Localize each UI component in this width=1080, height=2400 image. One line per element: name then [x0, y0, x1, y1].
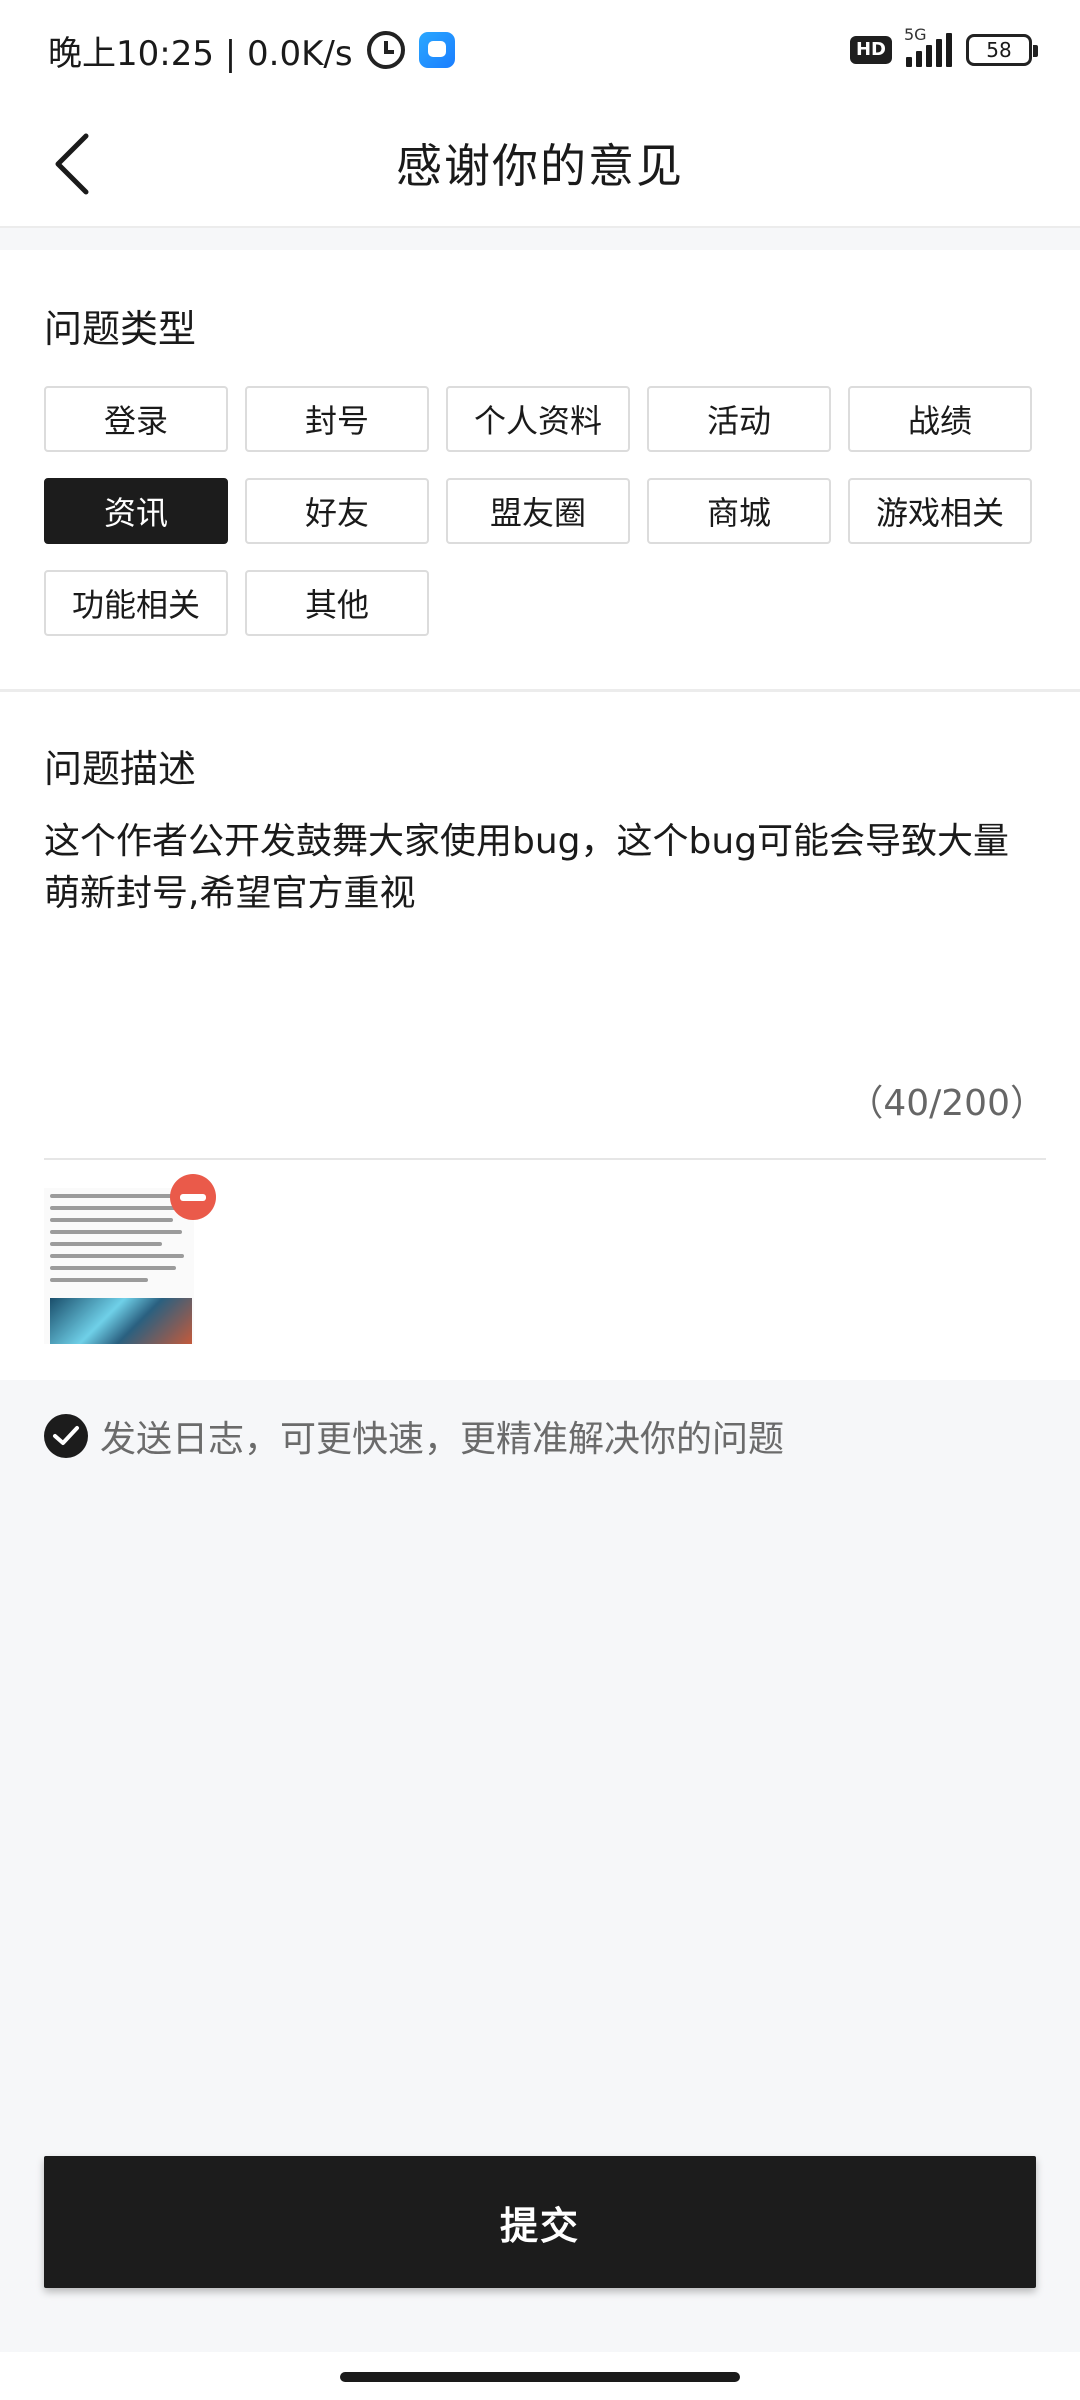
- problem-description-title: 问题描述: [44, 747, 197, 791]
- tag-shop[interactable]: 商城: [647, 478, 831, 544]
- signal-icon: 5G: [904, 25, 952, 67]
- tag-game-related[interactable]: 游戏相关: [848, 478, 1032, 544]
- tag-profile[interactable]: 个人资料: [446, 386, 630, 452]
- tag-record[interactable]: 战绩: [848, 386, 1032, 452]
- thumbnail-text-lines: [50, 1194, 190, 1290]
- tag-ally-circle[interactable]: 盟友圈: [446, 478, 630, 544]
- feedback-page: 晚上10:25 | 0.0K/s HD 5G 58 感谢你的意见 问题类型 登录…: [0, 0, 1080, 2400]
- description-underline: [44, 1158, 1046, 1160]
- checkmark-icon: [53, 1426, 79, 1445]
- chevron-left-icon: [55, 133, 89, 195]
- tag-event[interactable]: 活动: [647, 386, 831, 452]
- tag-friends[interactable]: 好友: [245, 478, 429, 544]
- network-label: 5G: [904, 25, 927, 44]
- header: 感谢你的意见: [0, 100, 1080, 228]
- status-bar: 晚上10:25 | 0.0K/s HD 5G 58: [0, 0, 1080, 100]
- problem-type-title: 问题类型: [44, 307, 197, 351]
- thumbnail-artwork: [50, 1298, 192, 1344]
- tag-other[interactable]: 其他: [245, 570, 429, 636]
- problem-type-tags: 登录 封号 个人资料 活动 战绩 资讯 好友 盟友圈 商城 游戏相关 功能相关 …: [44, 386, 1036, 636]
- problem-description-section: 问题描述 这个作者公开发鼓舞大家使用bug，这个bug可能会导致大量萌新封号,希…: [0, 692, 1080, 1380]
- alarm-icon: [366, 31, 405, 69]
- tag-ban[interactable]: 封号: [245, 386, 429, 452]
- send-log-option[interactable]: 发送日志，可更快速，更精准解决你的问题: [44, 1410, 784, 1462]
- tag-login[interactable]: 登录: [44, 386, 228, 452]
- status-left: 晚上10:25 | 0.0K/s: [48, 26, 455, 75]
- submit-button[interactable]: 提交: [44, 2156, 1036, 2288]
- status-time: 晚上10:25 | 0.0K/s: [48, 33, 353, 74]
- battery-icon: 58: [966, 34, 1038, 66]
- problem-type-section: 问题类型 登录 封号 个人资料 活动 战绩 资讯 好友 盟友圈 商城 游戏相关 …: [0, 250, 1080, 690]
- description-input[interactable]: 这个作者公开发鼓舞大家使用bug，这个bug可能会导致大量萌新封号,希望官方重视: [44, 816, 1036, 920]
- remove-attachment-button[interactable]: [170, 1174, 216, 1220]
- send-log-label: 发送日志，可更快速，更精准解决你的问题: [100, 1419, 785, 1460]
- check-circle-icon[interactable]: [44, 1414, 88, 1458]
- tag-feature-related[interactable]: 功能相关: [44, 570, 228, 636]
- char-counter: （40/200）: [847, 1083, 1046, 1124]
- page-title: 感谢你的意见: [396, 139, 684, 193]
- app-badge-icon: [418, 32, 455, 68]
- minus-circle-icon: [180, 1193, 206, 1201]
- tag-news[interactable]: 资讯: [44, 478, 228, 544]
- home-indicator[interactable]: [340, 2372, 740, 2382]
- battery-level: 58: [986, 38, 1012, 62]
- back-button[interactable]: [40, 132, 104, 196]
- status-right: HD 5G 58: [849, 25, 1038, 67]
- hd-badge: HD: [849, 36, 892, 64]
- attachment-thumbnail[interactable]: [44, 1188, 194, 1344]
